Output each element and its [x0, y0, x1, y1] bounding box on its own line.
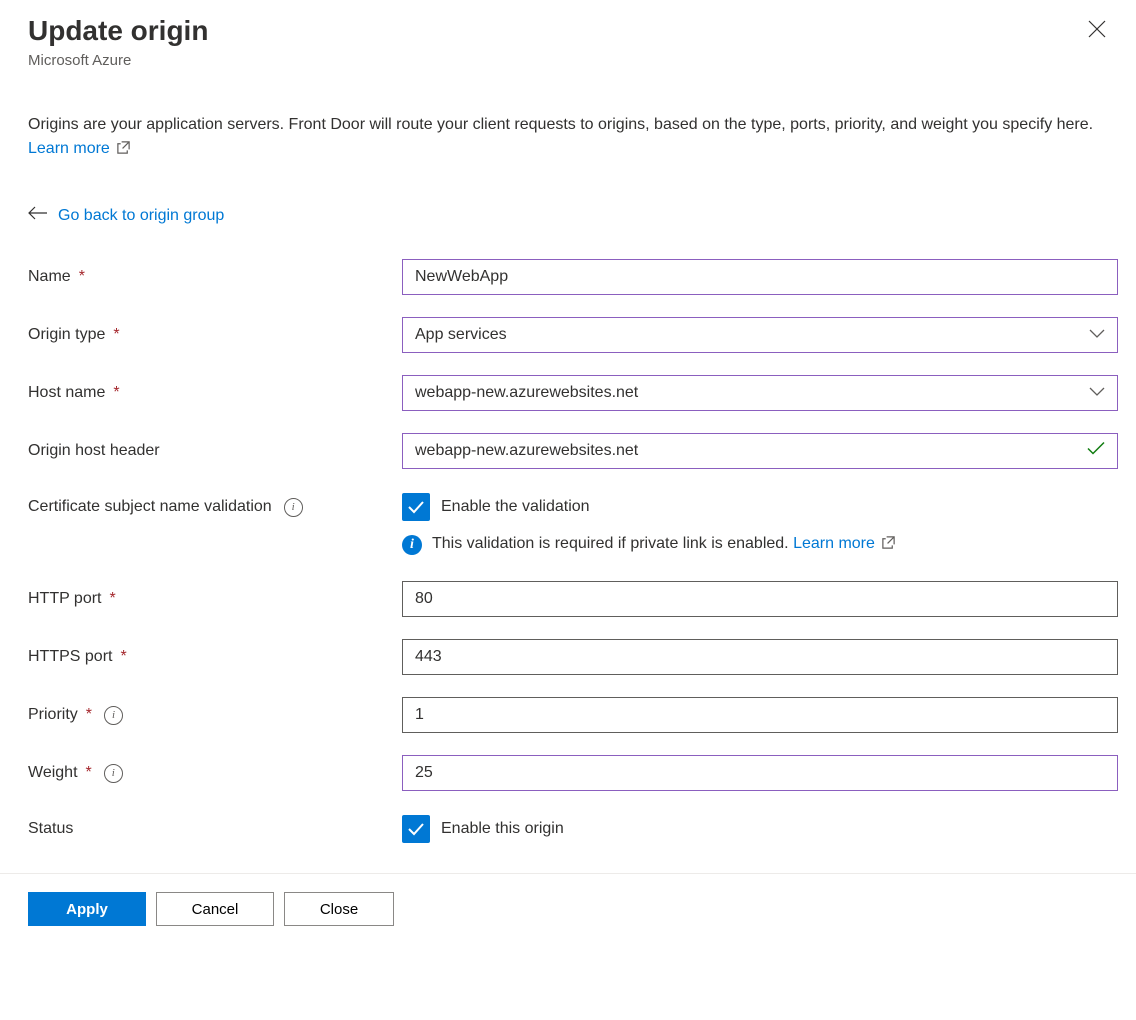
- name-label: Name*: [28, 268, 402, 286]
- external-link-icon: [116, 139, 131, 164]
- chevron-down-icon: [1089, 326, 1105, 344]
- arrow-left-icon: [28, 206, 48, 225]
- checkbox-checked-icon: [402, 493, 430, 521]
- cert-validation-label: Certificate subject name validation i: [28, 498, 402, 517]
- close-button[interactable]: Close: [284, 892, 394, 926]
- cert-validation-info: i This validation is required if private…: [402, 535, 1108, 555]
- cancel-button[interactable]: Cancel: [156, 892, 274, 926]
- enable-validation-label: Enable the validation: [441, 498, 590, 516]
- weight-input[interactable]: [402, 755, 1118, 791]
- learn-more-link[interactable]: Learn more: [28, 140, 131, 157]
- https-port-input[interactable]: [402, 639, 1118, 675]
- close-icon[interactable]: [1088, 20, 1106, 43]
- enable-origin-checkbox[interactable]: Enable this origin: [402, 815, 1108, 843]
- priority-input[interactable]: [402, 697, 1118, 733]
- priority-label: Priority* i: [28, 706, 402, 725]
- panel-title: Update origin: [28, 14, 1108, 48]
- go-back-link[interactable]: Go back to origin group: [58, 207, 224, 225]
- host-name-select[interactable]: webapp-new.azurewebsites.net: [402, 375, 1118, 411]
- checkbox-checked-icon: [402, 815, 430, 843]
- cert-learn-more-link[interactable]: Learn more: [793, 535, 896, 552]
- panel-subtitle: Microsoft Azure: [28, 52, 1108, 69]
- http-port-input[interactable]: [402, 581, 1118, 617]
- https-port-label: HTTPS port*: [28, 648, 402, 666]
- info-solid-icon: i: [402, 535, 422, 555]
- info-icon[interactable]: i: [104, 764, 123, 783]
- external-link-icon: [881, 535, 896, 555]
- apply-button[interactable]: Apply: [28, 892, 146, 926]
- origin-type-value: App services: [415, 326, 507, 344]
- origin-host-header-input[interactable]: webapp-new.azurewebsites.net: [402, 433, 1118, 469]
- info-icon[interactable]: i: [284, 498, 303, 517]
- chevron-down-icon: [1089, 384, 1105, 402]
- enable-validation-checkbox[interactable]: Enable the validation: [402, 493, 1108, 521]
- info-icon[interactable]: i: [104, 706, 123, 725]
- origin-host-header-label: Origin host header: [28, 442, 402, 460]
- http-port-label: HTTP port*: [28, 590, 402, 608]
- origin-type-select[interactable]: App services: [402, 317, 1118, 353]
- description-text: Origins are your application servers. Fr…: [28, 113, 1106, 165]
- enable-origin-label: Enable this origin: [441, 820, 564, 838]
- host-name-value: webapp-new.azurewebsites.net: [415, 384, 638, 402]
- check-icon: [1087, 442, 1105, 461]
- weight-label: Weight* i: [28, 764, 402, 783]
- status-label: Status: [28, 820, 402, 838]
- name-input[interactable]: [402, 259, 1118, 295]
- origin-host-header-value: webapp-new.azurewebsites.net: [415, 442, 638, 460]
- cert-info-text: This validation is required if private l…: [432, 535, 793, 552]
- host-name-label: Host name*: [28, 384, 402, 402]
- description-body: Origins are your application servers. Fr…: [28, 116, 1093, 133]
- origin-type-label: Origin type*: [28, 326, 402, 344]
